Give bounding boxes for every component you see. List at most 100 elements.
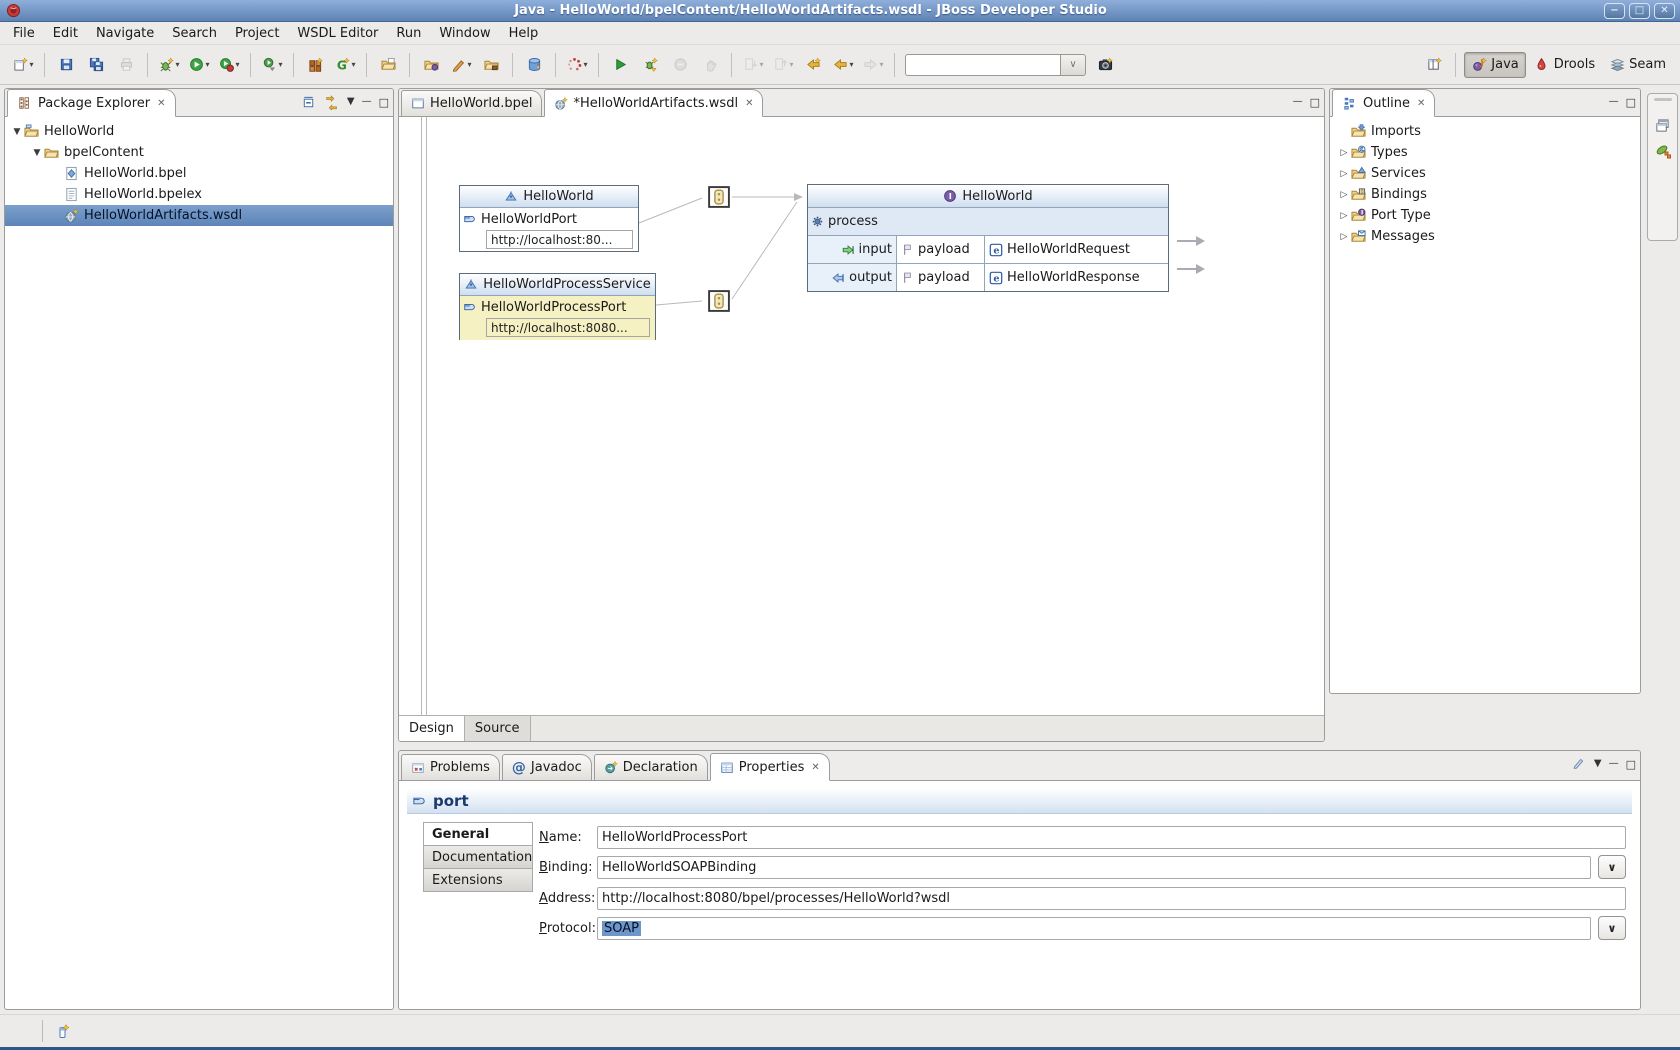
section-tab-extensions[interactable]: Extensions <box>423 868 533 892</box>
save-button[interactable] <box>52 51 80 79</box>
strip-handle[interactable] <box>1654 98 1672 101</box>
field-name[interactable]: HelloWorldProcessPort <box>597 826 1626 849</box>
close-view-icon[interactable]: ✕ <box>157 98 165 109</box>
menu-help[interactable]: Help <box>500 24 548 43</box>
new-button[interactable]: ▾ <box>9 51 37 79</box>
search-input[interactable] <box>905 54 1060 76</box>
new-java-package-button[interactable] <box>301 51 329 79</box>
close-tab-icon[interactable]: ✕ <box>811 762 819 773</box>
binding-icon-2[interactable] <box>705 287 732 314</box>
tree-item-helloworldartifacts-wsdl[interactable]: HelloWorldArtifacts.wsdl <box>5 205 393 226</box>
run-button[interactable]: ▾ <box>185 51 213 79</box>
port-row[interactable]: HelloWorldProcessPort <box>460 296 655 318</box>
expander-icon[interactable]: ▷ <box>1338 232 1350 242</box>
back-button[interactable]: ▾ <box>829 51 857 79</box>
section-tab-general[interactable]: General <box>423 822 533 846</box>
binding-icon-1[interactable] <box>705 183 732 210</box>
outline-item-port-type[interactable]: ▷IPort Type <box>1330 205 1640 226</box>
port-row[interactable]: HelloWorldPort <box>460 208 638 230</box>
editor-tab-helloworldartifacts-wsdl[interactable]: *HelloWorldArtifacts.wsdl✕ <box>544 89 763 117</box>
section-tab-documentation[interactable]: Documentation <box>423 845 533 869</box>
collapse-all-icon[interactable] <box>301 94 317 110</box>
maximize-view-icon[interactable]: □ <box>1626 759 1636 770</box>
menu-file[interactable]: File <box>4 24 44 43</box>
bpel-palette-icon[interactable] <box>1655 143 1671 159</box>
port-address[interactable]: http://localhost:8080... <box>486 318 650 337</box>
type-cell[interactable]: eHelloWorldRequest <box>985 236 1168 263</box>
operation-row[interactable]: process <box>808 208 1168 235</box>
maximize-outline-icon[interactable]: □ <box>1626 97 1636 108</box>
maximize-editor-icon[interactable]: □ <box>1310 97 1320 108</box>
param-cell[interactable]: payload <box>897 236 985 263</box>
open-perspective-button[interactable] <box>1420 51 1448 79</box>
outline-item-bindings[interactable]: ▷Bindings <box>1330 184 1640 205</box>
service-box-helloworldprocessservice[interactable]: HelloWorldProcessServiceHelloWorldProces… <box>459 273 656 340</box>
close-tab-icon[interactable]: ✕ <box>745 98 753 109</box>
expander-icon[interactable]: ▼ <box>31 148 43 158</box>
run-last-launched-button[interactable]: ▾ <box>215 51 243 79</box>
outline-item-messages[interactable]: ▷Messages <box>1330 226 1640 247</box>
minimize-view-icon[interactable]: — <box>1609 759 1619 769</box>
view-menu-icon[interactable]: ▼ <box>347 97 355 107</box>
close-button[interactable]: ✕ <box>1654 3 1675 19</box>
save-all-button[interactable] <box>82 51 110 79</box>
combo-dropdown-icon[interactable]: ∨ <box>1060 54 1086 76</box>
dropdown-arrow-icon[interactable]: ▾ <box>205 60 209 69</box>
last-edit-location-button[interactable] <box>799 51 827 79</box>
expander-icon[interactable]: ▷ <box>1338 190 1350 200</box>
menu-search[interactable]: Search <box>163 24 226 43</box>
close-outline-icon[interactable]: ✕ <box>1417 98 1425 109</box>
dropdown-arrow-icon[interactable]: ▾ <box>175 60 179 69</box>
tree-item-helloworld[interactable]: ▼HelloWorld <box>5 121 393 142</box>
view-tab-problems[interactable]: Problems <box>401 754 500 780</box>
dropdown-arrow-icon[interactable]: ▾ <box>351 60 355 69</box>
perspective-java[interactable]: JJava <box>1464 52 1525 78</box>
dropdown-arrow-icon[interactable]: ▾ <box>29 60 33 69</box>
dropdown-arrow-icon[interactable]: ▾ <box>467 60 471 69</box>
maximize-button[interactable]: □ <box>1629 3 1650 19</box>
editor-mode-tab-source[interactable]: Source <box>465 716 531 741</box>
field-protocol[interactable]: SOAP <box>597 917 1591 940</box>
progress-button[interactable]: ▾ <box>563 51 591 79</box>
view-tab-properties[interactable]: Properties✕ <box>710 753 830 781</box>
message-row-input[interactable]: inputpayloadeHelloWorldRequest <box>808 235 1168 263</box>
outline-tab[interactable]: Outline ✕ <box>1332 89 1435 117</box>
debug-button[interactable]: ▾ <box>155 51 183 79</box>
external-tools-button[interactable]: ▾ <box>258 51 286 79</box>
editor-tab-helloworld-bpel[interactable]: HelloWorld.bpel <box>401 90 542 116</box>
field-dropdown-protocol[interactable]: ∨ <box>1598 916 1626 940</box>
menu-run[interactable]: Run <box>387 24 430 43</box>
tree-item-helloworld-bpelex[interactable]: HelloWorld.bpelex <box>5 184 393 205</box>
edit-properties-icon[interactable] <box>1571 755 1587 774</box>
expander-icon[interactable]: ▷ <box>1338 211 1350 221</box>
expander-icon[interactable]: ▷ <box>1338 148 1350 158</box>
fast-view-toolbar-icon[interactable] <box>55 1023 71 1039</box>
type-cell[interactable]: eHelloWorldResponse <box>985 264 1168 291</box>
editor-mode-tab-design[interactable]: Design <box>399 716 465 741</box>
view-menu-icon[interactable]: ▼ <box>1594 759 1602 769</box>
direction-cell[interactable]: output <box>808 264 897 291</box>
minimize-view-icon[interactable]: — <box>362 97 372 107</box>
package-explorer-tab[interactable]: Package Explorer ✕ <box>7 89 176 117</box>
dropdown-arrow-icon[interactable]: ▾ <box>583 60 587 69</box>
minimize-editor-icon[interactable]: — <box>1293 97 1303 107</box>
direction-cell[interactable]: input <box>808 236 897 263</box>
menu-window[interactable]: Window <box>430 24 499 43</box>
menu-wsdl-editor[interactable]: WSDL Editor <box>288 24 387 43</box>
view-tab-javadoc[interactable]: @Javadoc <box>502 754 592 780</box>
outline-item-imports[interactable]: Imports <box>1330 121 1640 142</box>
new-class-button[interactable]: G▾ <box>331 51 359 79</box>
menu-project[interactable]: Project <box>226 24 288 43</box>
import-button[interactable] <box>477 51 505 79</box>
capture-button[interactable] <box>1091 51 1119 79</box>
maximize-view-icon[interactable]: □ <box>379 97 389 108</box>
mark-occurrences-button[interactable]: ▾ <box>447 51 475 79</box>
outline-item-types[interactable]: ▷Types <box>1330 142 1640 163</box>
data-source-button[interactable] <box>520 51 548 79</box>
outline-item-services[interactable]: ▷Services <box>1330 163 1640 184</box>
porttype-box[interactable]: IHelloWorldprocessinputpayloadeHelloWorl… <box>807 184 1169 292</box>
menu-edit[interactable]: Edit <box>44 24 87 43</box>
perspective-seam[interactable]: Seam <box>1603 52 1672 78</box>
field-address[interactable]: http://localhost:8080/bpel/processes/Hel… <box>597 887 1626 910</box>
restore-view-icon[interactable] <box>1655 117 1671 133</box>
